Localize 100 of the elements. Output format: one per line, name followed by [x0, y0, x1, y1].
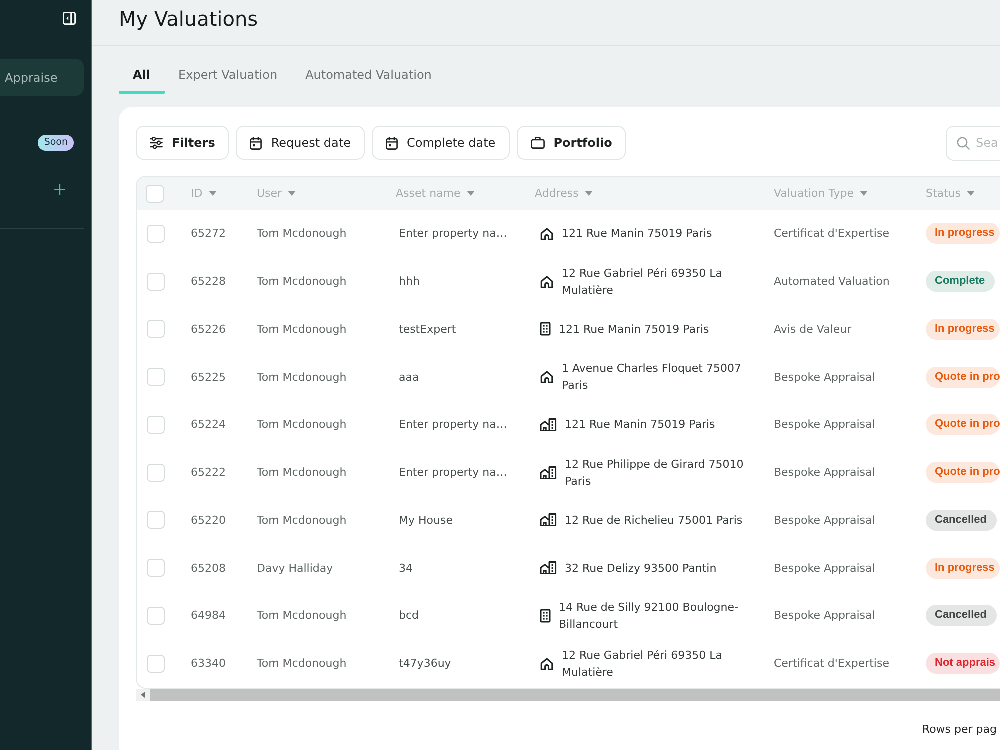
sliders-icon: [150, 137, 163, 149]
status-tag: Quote in pro: [926, 414, 1000, 436]
date-filter-button[interactable]: Complete date: [372, 126, 510, 160]
table-cell: 63340: [191, 657, 226, 670]
house-icon: [540, 274, 554, 289]
page-title: My Valuations: [119, 6, 258, 32]
table-cell: Tom Mcdonough: [257, 370, 347, 384]
table-cell: Tom Mcdonough: [257, 466, 347, 480]
house-icon: [540, 656, 554, 671]
panel-toggle-icon[interactable]: [63, 12, 76, 25]
row-checkbox[interactable]: [147, 320, 165, 338]
table-cell: Automated Valuation: [774, 275, 890, 288]
house-and-building-icon: [540, 418, 557, 432]
table-cell: 65208: [191, 562, 226, 575]
rows-per-page-label: Rows per pag: [922, 722, 997, 738]
select-all-checkbox[interactable]: [146, 184, 164, 202]
row-checkbox[interactable]: [147, 224, 165, 243]
horizontal-scrollbar[interactable]: [136, 688, 1000, 700]
table-cell-text: 32 Rue Delizy 93500 Pantin: [565, 560, 717, 577]
row-checkbox[interactable]: [147, 511, 165, 530]
caret-icon: [860, 191, 868, 196]
table-cell: 65220: [191, 514, 226, 527]
house-and-building-icon: [540, 466, 557, 480]
table-cell-text: 121 Rue Manin 75019 Paris: [565, 417, 716, 434]
table-cell: Tom Mcdonough: [257, 418, 347, 432]
table-cell-text: 12 Rue Gabriel Péri 69350 La Mulatière: [562, 648, 724, 681]
table-cell-text: 14 Rue de Silly 92100 Boulogne-Billancourt: [559, 600, 740, 633]
table-cell: My House: [399, 514, 453, 527]
status-tag: In progress: [926, 223, 1000, 244]
table-cell: Enter property na…: [399, 227, 508, 240]
status-tag: Quote in pro: [926, 462, 1000, 484]
row-checkbox[interactable]: [147, 464, 165, 482]
row-checkbox[interactable]: [147, 272, 165, 291]
table-cell: 64984: [191, 609, 226, 622]
portfolio-button[interactable]: Portfolio: [516, 126, 626, 160]
nav-item[interactable]: Appraise: [0, 59, 84, 96]
row-checkbox[interactable]: [147, 654, 165, 673]
table-cell: Bespoke Appraisal: [774, 514, 876, 527]
table-cell-text: 12 Rue Philippe de Girard 75010 Paris: [565, 456, 745, 490]
calendar-icon: [386, 136, 398, 150]
table-cell: Tom Mcdonough: [257, 322, 347, 336]
table-cell: Avis de Valeur: [774, 322, 852, 336]
table-cell-text: 121 Rue Manin 75019 Paris: [562, 226, 712, 242]
table-cell: 65228: [191, 275, 226, 288]
table-cell: 65225: [191, 370, 226, 384]
row-checkbox[interactable]: [147, 416, 165, 434]
table-cell-text: 1 Avenue Charles Floquet 75007 Paris: [562, 361, 742, 394]
table-cell: Bespoke Appraisal: [774, 370, 876, 384]
caret-icon: [288, 191, 296, 196]
table-cell: 65222: [191, 466, 226, 480]
status-tag: Cancelled: [926, 510, 997, 531]
building-icon: [540, 608, 551, 623]
date-filter-button[interactable]: Request date: [236, 126, 365, 160]
add-button[interactable]: +: [52, 181, 67, 199]
tab[interactable]: All: [119, 58, 165, 94]
table-cell: Tom Mcdonough: [257, 609, 347, 622]
table-cell: Certificat d'Expertise: [774, 657, 890, 670]
house-and-building-icon: [540, 513, 557, 528]
table-cell: Bespoke Appraisal: [774, 562, 876, 575]
table-cell: testExpert: [399, 322, 456, 336]
status-tag: Quote in pro: [926, 366, 1000, 388]
table-cell: 65272: [191, 227, 226, 240]
table-cell: hhh: [399, 275, 420, 288]
table-cell: Tom Mcdonough: [257, 514, 347, 527]
calendar-icon: [250, 136, 262, 150]
status-tag: In progress: [926, 318, 1000, 340]
briefcase-icon: [530, 137, 545, 149]
table-cell: Enter property na…: [399, 466, 508, 480]
coming-soon-badge: Soon: [38, 135, 74, 151]
table-cell: aaa: [399, 370, 420, 384]
table-cell: Bespoke Appraisal: [774, 418, 876, 432]
filters-button[interactable]: Filters: [136, 126, 230, 160]
house-icon: [540, 226, 554, 241]
tab[interactable]: Expert Valuation: [164, 58, 292, 94]
table-cell: Bespoke Appraisal: [774, 609, 876, 622]
row-checkbox[interactable]: [147, 606, 165, 625]
row-checkbox[interactable]: [147, 368, 165, 386]
table-cell: Enter property na…: [399, 418, 508, 432]
search-icon: [957, 136, 970, 150]
status-tag: In progress: [926, 558, 1000, 579]
table-cell: Tom Mcdonough: [257, 657, 347, 670]
table-cell: 65224: [191, 418, 226, 432]
table-cell-text: 121 Rue Manin 75019 Paris: [559, 322, 710, 338]
search-field[interactable]: Sea: [946, 126, 1000, 160]
status-tag: Not apprais: [926, 653, 1000, 674]
table-cell: 34: [399, 562, 413, 575]
table-cell: 65226: [191, 322, 226, 336]
table-cell: Tom Mcdonough: [257, 275, 347, 288]
caret-icon: [584, 191, 593, 196]
house-icon: [540, 370, 554, 384]
scroll-left-arrow-icon[interactable]: [141, 692, 145, 698]
caret-icon: [466, 191, 475, 196]
status-tag: Complete: [926, 271, 996, 292]
tab[interactable]: Automated Valuation: [292, 58, 446, 94]
building-icon: [540, 322, 551, 336]
house-and-building-icon: [540, 561, 557, 576]
table-cell: Davy Halliday: [257, 562, 334, 575]
caret-icon: [967, 191, 976, 196]
table-cell: Certificat d'Expertise: [774, 227, 890, 240]
row-checkbox[interactable]: [147, 559, 165, 578]
